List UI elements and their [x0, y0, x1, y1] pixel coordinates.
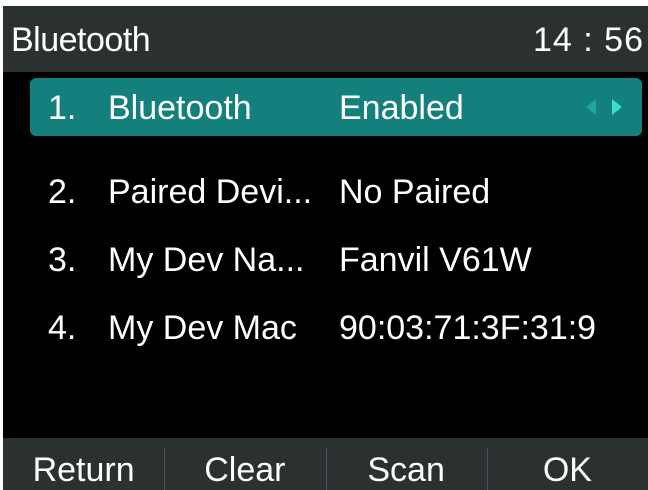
- menu-item-bluetooth[interactable]: 1. Bluetooth Enabled: [30, 78, 642, 136]
- menu-item-label: Bluetooth: [108, 89, 252, 127]
- menu-item-my-device-name[interactable]: 3. My Dev Na... Fanvil V61W: [3, 230, 648, 290]
- menu-item-label: Paired Devi...: [108, 173, 313, 211]
- menu-item-number: 4.: [48, 309, 77, 347]
- menu-item-number: 1.: [48, 89, 77, 127]
- menu-item-value: Fanvil V61W: [339, 241, 532, 279]
- phone-screen: Bluetooth 14 : 56 1. Bluetooth Enabled 2…: [3, 6, 648, 490]
- menu-item-value: No Paired: [339, 173, 491, 211]
- menu-item-value: Enabled: [339, 89, 464, 127]
- clear-button[interactable]: Clear: [164, 438, 325, 490]
- menu-item-label: My Dev Mac: [108, 309, 297, 347]
- title-bar: Bluetooth 14 : 56: [3, 6, 648, 72]
- menu-item-value: 90:03:71:3F:31:9: [339, 309, 597, 347]
- scan-button[interactable]: Scan: [325, 438, 487, 490]
- ok-button[interactable]: OK: [486, 438, 648, 490]
- return-button[interactable]: Return: [3, 438, 164, 490]
- clock: 14 : 56: [533, 21, 644, 59]
- menu-item-my-device-mac[interactable]: 4. My Dev Mac 90:03:71:3F:31:9: [3, 298, 648, 358]
- menu-item-number: 2.: [48, 173, 77, 211]
- menu-item-label: My Dev Na...: [108, 241, 305, 279]
- page-title: Bluetooth: [11, 21, 151, 59]
- menu-item-number: 3.: [48, 241, 77, 279]
- softkey-bar: Return Clear Scan OK: [3, 438, 648, 490]
- left-right-arrows-icon[interactable]: [582, 96, 628, 118]
- menu-item-paired-devices[interactable]: 2. Paired Devi... No Paired: [3, 162, 648, 222]
